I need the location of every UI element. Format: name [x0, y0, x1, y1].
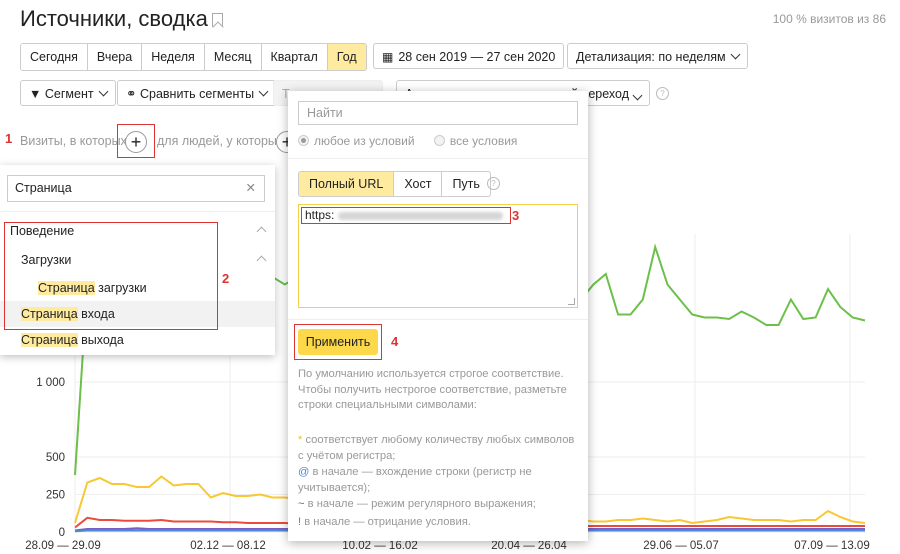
marker-3: 3: [512, 208, 520, 223]
date-range-label: 28 сен 2019 — 27 сен 2020: [398, 50, 556, 64]
x-tick-label: 20.04 — 26.04: [491, 540, 567, 552]
url-value-box: https:: [301, 207, 511, 224]
metric-search-input[interactable]: Страница ✕: [7, 175, 265, 202]
add-condition-button[interactable]: +: [125, 131, 147, 153]
clear-icon[interactable]: ✕: [246, 176, 256, 201]
period-tabs: Сегодня Вчера Неделя Месяц Квартал Год: [20, 43, 367, 71]
marker-2: 2: [222, 271, 230, 286]
x-tick-label: 02.12 — 08.12: [190, 540, 265, 552]
detail-dropdown[interactable]: Детализация: по неделям: [567, 43, 748, 69]
y-tick-label: 500: [46, 452, 65, 464]
visits-summary: 100 % визитов из 86: [772, 12, 886, 26]
calendar-icon: ▦: [382, 50, 394, 64]
date-range-button[interactable]: ▦ 28 сен 2019 — 27 сен 2020: [373, 43, 565, 69]
radio-all[interactable]: все условия: [433, 134, 518, 148]
rule-negation: ! в начале — отрицание условия.: [298, 515, 583, 531]
item-text: выхода: [77, 333, 124, 347]
rule-text: в начале — режим регулярного выражения;: [304, 498, 536, 510]
radio-all-label: все условия: [449, 134, 518, 148]
resize-handle-icon[interactable]: [568, 298, 575, 305]
tab-week[interactable]: Неделя: [142, 44, 205, 70]
chevron-down-icon: [632, 90, 643, 101]
users-condition-label: для людей, у которых: [157, 134, 284, 148]
marker-4: 4: [391, 334, 399, 349]
x-tick-label: 10.02 — 16.02: [342, 540, 417, 552]
tab-year[interactable]: Год: [327, 44, 366, 70]
blurred-url: [337, 211, 503, 220]
rule-regex: ~ в начале — режим регулярного выражения…: [298, 497, 583, 513]
visits-condition-label: Визиты, в которых: [20, 134, 127, 148]
radio-dot-icon: [298, 135, 309, 146]
tab-path[interactable]: Путь: [442, 172, 489, 196]
tab-full-url[interactable]: Полный URL: [299, 172, 395, 196]
tab-host[interactable]: Хост: [394, 172, 443, 196]
tab-today[interactable]: Сегодня: [21, 44, 88, 70]
radio-dot-icon: [433, 135, 445, 146]
chevron-down-icon: [98, 86, 109, 97]
rule-text: в начале — вхождение строки (регистр не …: [298, 466, 532, 494]
detail-label: Детализация: по неделям: [576, 50, 726, 64]
metric-search-value: Страница: [15, 181, 72, 195]
marker-1: 1: [5, 131, 13, 146]
bookmark-icon[interactable]: [212, 13, 223, 27]
chevron-up-icon: [256, 226, 267, 237]
radio-any-label: любое из условий: [314, 134, 415, 148]
highlight-box-2: [4, 222, 218, 330]
help-icon[interactable]: ?: [487, 177, 500, 190]
radio-any[interactable]: любое из условий: [298, 134, 415, 148]
rule-contains: @ в начале — вхождение строки (регистр н…: [298, 465, 583, 496]
popup-search-input[interactable]: Найти: [298, 101, 578, 125]
chevron-down-icon: [730, 49, 741, 60]
chevron-down-icon: [258, 86, 269, 97]
compare-label: Сравнить сегменты: [139, 87, 255, 101]
help-text: По умолчанию используется строгое соотве…: [298, 368, 567, 411]
segment-label: Сегмент: [44, 87, 94, 101]
x-tick-label: 28.09 — 29.09: [25, 540, 100, 552]
y-tick-label: 0: [59, 527, 65, 539]
x-tick-label: 29.06 — 05.07: [643, 540, 718, 552]
at-symbol: @: [298, 466, 310, 478]
apply-button[interactable]: Применить: [298, 329, 378, 355]
list-item-exit-page[interactable]: Страница выхода: [0, 327, 275, 353]
radio-group: любое из условий все условия: [298, 134, 517, 148]
x-tick-label: 07.09 — 13.09: [794, 540, 869, 552]
rule-text: соответствует любому количеству любых си…: [298, 434, 575, 462]
chevron-up-icon: [256, 255, 267, 266]
tab-yesterday[interactable]: Вчера: [87, 44, 143, 70]
url-value: https:: [305, 208, 335, 222]
url-mode-tabs: Полный URL Хост Путь: [298, 171, 491, 197]
y-tick-label: 1 000: [36, 377, 65, 389]
match-highlight: Страница: [21, 333, 78, 347]
help-icon[interactable]: ?: [656, 87, 669, 100]
rule-text: в начале — отрицание условия.: [301, 516, 471, 528]
segment-button[interactable]: ▼ Сегмент: [20, 80, 116, 106]
page-title: Источники, сводка: [20, 6, 208, 31]
y-tick-label: 250: [46, 490, 65, 502]
compare-segments-button[interactable]: ⚭ Сравнить сегменты: [117, 80, 277, 106]
compare-icon: ⚭: [126, 87, 137, 101]
url-textarea[interactable]: https:: [298, 204, 578, 308]
condition-popup: Найти любое из условий все условия Полны…: [288, 91, 588, 541]
tab-quarter[interactable]: Квартал: [261, 44, 328, 70]
filter-icon: ▼: [29, 87, 42, 101]
rule-wildcard: * соответствует любому количеству любых …: [298, 433, 583, 464]
tab-month[interactable]: Месяц: [204, 44, 262, 70]
